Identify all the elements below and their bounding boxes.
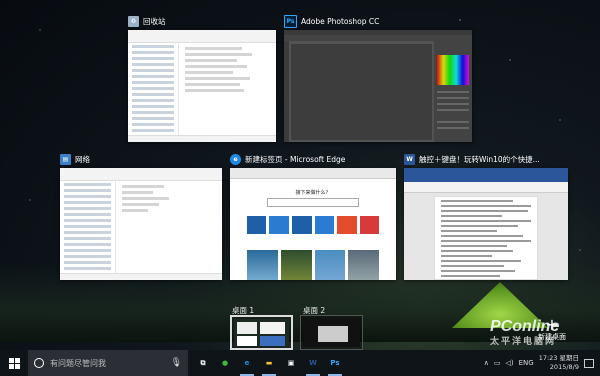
taskbar: 有问题尽管问我 🎙 ⧉ ● e ▬ ▣ W Ps ∧ ▭ ◁) ENG 17:23 星期日 …: [0, 350, 600, 376]
start-button[interactable]: [0, 350, 28, 376]
microphone-icon[interactable]: 🎙: [171, 358, 182, 368]
show-hidden-icons-icon[interactable]: ∧: [484, 359, 489, 367]
taskbar-apps: ⧉ ● e ▬ ▣ W Ps: [192, 350, 346, 376]
taskbar-button-photoshop[interactable]: Ps: [324, 350, 346, 376]
clock[interactable]: 17:23 星期日 2015/8/9: [539, 354, 579, 372]
edge-icon: e: [244, 359, 250, 367]
taskbar-button-wechat[interactable]: ●: [214, 350, 236, 376]
window-title-bar: e 新建标签页 - Microsoft Edge: [230, 152, 345, 166]
window-thumbnail[interactable]: 接下来做什么？: [230, 168, 396, 280]
file-explorer-icon: ▬: [265, 359, 273, 367]
new-desktop-label: 新建桌面: [538, 333, 566, 341]
window-thumbnail[interactable]: [128, 30, 276, 142]
windows-logo-icon: [8, 357, 20, 369]
window-word[interactable]: W 触控＋键盘！玩转Win10的个快捷...: [404, 153, 568, 280]
recycle-bin-icon: ♻: [128, 15, 139, 27]
window-thumbnail[interactable]: [404, 168, 568, 280]
window-title-bar: W 触控＋键盘！玩转Win10的个快捷...: [404, 152, 540, 166]
edge-question: 接下来做什么？: [295, 190, 331, 196]
cortana-search-box[interactable]: 有问题尽管问我 🎙: [28, 350, 188, 376]
window-photoshop[interactable]: Ps Adobe Photoshop CC: [284, 14, 472, 142]
store-icon: ▣: [287, 359, 295, 367]
taskbar-button-file-explorer[interactable]: ▬: [258, 350, 280, 376]
plus-icon: +: [545, 315, 559, 334]
photoshop-icon: Ps: [284, 14, 297, 28]
window-title: 回收站: [143, 16, 166, 26]
taskbar-button-edge[interactable]: e: [236, 350, 258, 376]
window-title-bar: ▤ 网络: [60, 152, 90, 166]
volume-icon[interactable]: ◁): [505, 359, 513, 367]
edge-search-box[interactable]: [266, 198, 360, 207]
system-tray: ∧ ▭ ◁) ENG 17:23 星期日 2015/8/9: [484, 354, 600, 372]
clock-time: 17:23 星期日: [538, 354, 579, 362]
taskbar-button-word[interactable]: W: [302, 350, 324, 376]
desktop-2-thumbnail[interactable]: [300, 315, 363, 350]
word-icon: W: [309, 359, 317, 367]
window-title: 网络: [75, 154, 90, 164]
cortana-icon: [34, 358, 44, 368]
window-edge[interactable]: e 新建标签页 - Microsoft Edge 接下来做什么？: [230, 153, 396, 280]
window-thumbnail[interactable]: [60, 168, 222, 280]
word-icon: W: [404, 153, 415, 165]
window-thumbnail[interactable]: [284, 30, 472, 142]
photoshop-icon: Ps: [330, 359, 340, 367]
network-icon: ▤: [60, 153, 71, 165]
wechat-icon: ●: [221, 359, 229, 367]
window-recycle-bin[interactable]: ♻ 回收站: [128, 15, 276, 142]
desktop-1-thumbnail[interactable]: [230, 315, 293, 350]
window-title-bar: Ps Adobe Photoshop CC: [284, 14, 379, 28]
window-title-bar: ♻ 回收站: [128, 14, 166, 28]
search-placeholder: 有问题尽管问我: [50, 358, 106, 368]
action-center-icon[interactable]: [584, 358, 594, 368]
new-desktop-button[interactable]: + 新建桌面: [538, 315, 566, 342]
window-network[interactable]: ▤ 网络: [60, 153, 222, 280]
task-view-icon: ⧉: [200, 358, 206, 367]
language-indicator[interactable]: ENG: [519, 359, 534, 367]
network-tray-icon[interactable]: ▭: [494, 359, 501, 367]
taskbar-button-task-view[interactable]: ⧉: [192, 350, 214, 376]
window-title: Adobe Photoshop CC: [301, 16, 380, 26]
edge-icon: e: [230, 153, 241, 165]
clock-date: 2015/8/9: [549, 363, 579, 371]
window-title: 触控＋键盘！玩转Win10的个快捷...: [419, 154, 540, 164]
window-title: 新建标签页 - Microsoft Edge: [245, 154, 346, 164]
taskbar-button-store[interactable]: ▣: [280, 350, 302, 376]
